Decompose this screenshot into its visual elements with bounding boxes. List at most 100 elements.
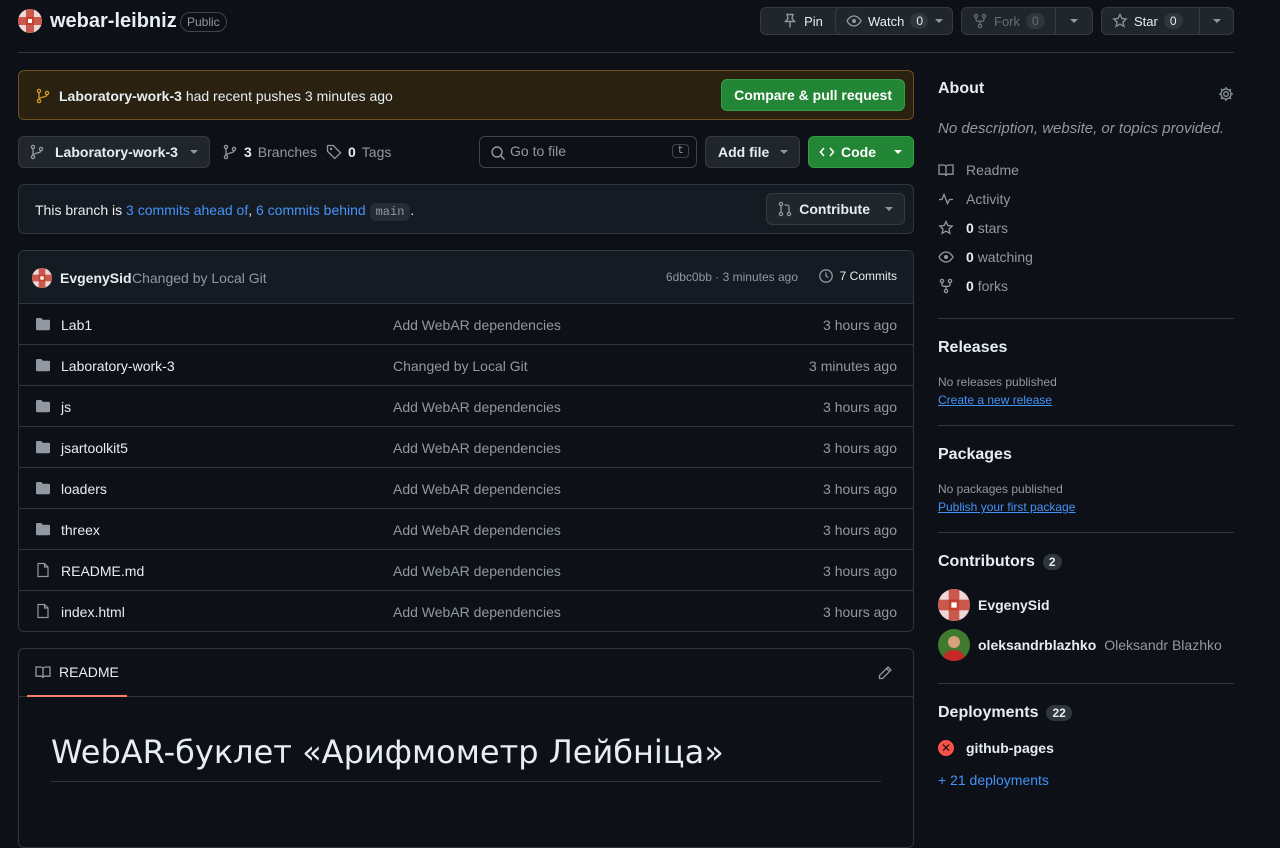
file-row[interactable]: jsartoolkit5 Add WebAR dependencies 3 hour… — [19, 427, 913, 468]
watch-button[interactable]: Watch 0 — [835, 7, 953, 35]
file-commit-message[interactable]: Add WebAR dependencies — [393, 522, 561, 538]
book-icon — [938, 162, 954, 178]
commit-hash-time[interactable]: 6dbc0bb · 3 minutes ago — [666, 270, 798, 284]
file-commit-time: 3 minutes ago — [809, 358, 897, 374]
pull-request-icon — [777, 201, 793, 217]
file-row[interactable]: Laboratory-work-3 Changed by Local Git 3 m… — [19, 345, 913, 386]
file-commit-time: 3 hours ago — [823, 604, 897, 620]
x-circle-icon: ✕ — [938, 740, 954, 756]
add-file-button[interactable]: Add file — [705, 136, 800, 168]
about-item-stars[interactable]: 0 stars — [938, 213, 1234, 242]
create-release-link[interactable]: Create a new release — [938, 393, 1234, 407]
latest-commit-row: EvgenySid Changed by Local Git 6dbc0bb ·… — [19, 251, 913, 304]
caret-down-icon — [1069, 16, 1079, 26]
gear-icon[interactable] — [1218, 86, 1234, 102]
watch-label: Watch — [868, 13, 905, 29]
file-commit-message[interactable]: Changed by Local Git — [393, 358, 528, 374]
contributor-avatar[interactable] — [938, 629, 970, 661]
file-row[interactable]: threex Add WebAR dependencies 3 hours ago — [19, 509, 913, 550]
packages-heading[interactable]: Packages — [938, 446, 1234, 464]
fork-button[interactable]: Fork 0 — [961, 7, 1056, 35]
star-dropdown-button[interactable] — [1200, 7, 1234, 35]
contributor-full-name: Oleksandr Blazhko — [1104, 637, 1222, 653]
about-item-Readme[interactable]: Readme — [938, 155, 1234, 184]
contributor-avatar[interactable] — [938, 589, 970, 621]
file-name-link[interactable]: Lab1 — [61, 317, 92, 333]
about-item-forks[interactable]: 0 forks — [938, 271, 1234, 300]
fork-dropdown-button[interactable] — [1056, 7, 1093, 35]
caret-down-icon — [884, 204, 894, 214]
deployment-item[interactable]: ✕ github-pages — [938, 740, 1234, 756]
caret-down-icon — [1212, 16, 1222, 26]
about-item-watching[interactable]: 0 watching — [938, 242, 1234, 271]
caret-down-icon — [189, 147, 199, 157]
deployments-heading[interactable]: Deployments 22 — [938, 704, 1234, 722]
about-item-Activity[interactable]: Activity — [938, 184, 1234, 213]
file-commit-message[interactable]: Add WebAR dependencies — [393, 604, 561, 620]
star-count: 0 — [1163, 13, 1183, 29]
branch-info-sep: , — [248, 202, 253, 218]
file-name-link[interactable]: Laboratory-work-3 — [61, 358, 175, 374]
pin-button[interactable]: Pin — [760, 7, 845, 35]
file-row[interactable]: loaders Add WebAR dependencies 3 hours ago — [19, 468, 913, 509]
commits-behind-link[interactable]: 6 commits behind — [256, 202, 366, 218]
file-name-link[interactable]: README.md — [61, 563, 144, 579]
about-heading: About — [938, 80, 985, 97]
file-name-link[interactable]: jsartoolkit5 — [61, 440, 128, 456]
branches-link[interactable]: 3 Branches — [222, 144, 317, 160]
file-name-link[interactable]: js — [61, 399, 71, 415]
commit-message[interactable]: Changed by Local Git — [132, 270, 267, 286]
file-commit-message[interactable]: Add WebAR dependencies — [393, 481, 561, 497]
file-name-link[interactable]: loaders — [61, 481, 107, 497]
file-row[interactable]: index.html Add WebAR dependencies 3 hours … — [19, 591, 913, 631]
visibility-badge: Public — [180, 12, 227, 32]
deployments-count: 22 — [1046, 705, 1072, 721]
releases-heading[interactable]: Releases — [938, 339, 1234, 357]
deployment-name[interactable]: github-pages — [966, 740, 1054, 756]
branch-info-suffix: . — [410, 202, 415, 218]
file-commit-message[interactable]: Add WebAR dependencies — [393, 440, 561, 456]
tab-readme[interactable]: README — [27, 649, 127, 697]
about-item-label: Activity — [966, 190, 1011, 207]
commit-author-avatar[interactable] — [32, 268, 52, 288]
recent-push-branch[interactable]: Laboratory-work-3 — [59, 88, 182, 104]
folder-icon — [35, 398, 51, 414]
branch-select-button[interactable]: Laboratory-work-3 — [18, 136, 210, 168]
file-commit-message[interactable]: Add WebAR dependencies — [393, 563, 561, 579]
commits-ahead-link[interactable]: 3 commits ahead of — [126, 202, 248, 218]
more-deployments-link[interactable]: + 21 deployments — [938, 772, 1234, 788]
go-to-file-search[interactable]: t — [479, 136, 697, 168]
contributor-item[interactable]: EvgenySid — [938, 585, 1234, 625]
file-name-link[interactable]: threex — [61, 522, 100, 538]
repo-name-link[interactable]: webar-leibniz — [50, 10, 177, 33]
file-row[interactable]: js Add WebAR dependencies 3 hours ago — [19, 386, 913, 427]
compare-pull-request-button[interactable]: Compare & pull request — [721, 79, 905, 111]
commit-author-link[interactable]: EvgenySid — [60, 270, 132, 286]
file-commit-message[interactable]: Add WebAR dependencies — [393, 399, 561, 415]
code-button[interactable]: Code — [808, 136, 914, 168]
star-button[interactable]: Star 0 — [1101, 7, 1200, 35]
deployments-title: Deployments — [938, 704, 1039, 721]
contributors-heading[interactable]: Contributors 2 — [938, 553, 1234, 571]
file-row[interactable]: Lab1 Add WebAR dependencies 3 hours ago — [19, 304, 913, 345]
file-commit-message[interactable]: Add WebAR dependencies — [393, 317, 561, 333]
contribute-button[interactable]: Contribute — [766, 193, 905, 225]
pencil-icon[interactable] — [877, 665, 893, 681]
contributor-item[interactable]: oleksandrblazhko Oleksandr Blazhko — [938, 625, 1234, 665]
releases-section: Releases No releases published Create a … — [938, 318, 1234, 407]
go-to-file-input[interactable] — [510, 143, 660, 159]
file-row[interactable]: README.md Add WebAR dependencies 3 hours a… — [19, 550, 913, 591]
publish-package-link[interactable]: Publish your first package — [938, 500, 1234, 514]
contributor-login[interactable]: EvgenySid — [978, 597, 1050, 613]
about-item-count: 0 — [966, 277, 974, 294]
repo-owner-avatar[interactable] — [18, 9, 42, 33]
about-item-label: Readme — [966, 161, 1019, 178]
file-name-link[interactable]: index.html — [61, 604, 125, 620]
code-label: Code — [841, 144, 876, 160]
commits-history-link[interactable]: 7 Commits — [818, 268, 897, 284]
repo-sidebar: About No description, website, or topics… — [938, 80, 1234, 788]
contributor-login[interactable]: oleksandrblazhko — [978, 637, 1096, 653]
folder-icon — [35, 439, 51, 455]
tags-link[interactable]: 0 Tags — [326, 144, 391, 160]
branch-icon — [222, 144, 238, 160]
